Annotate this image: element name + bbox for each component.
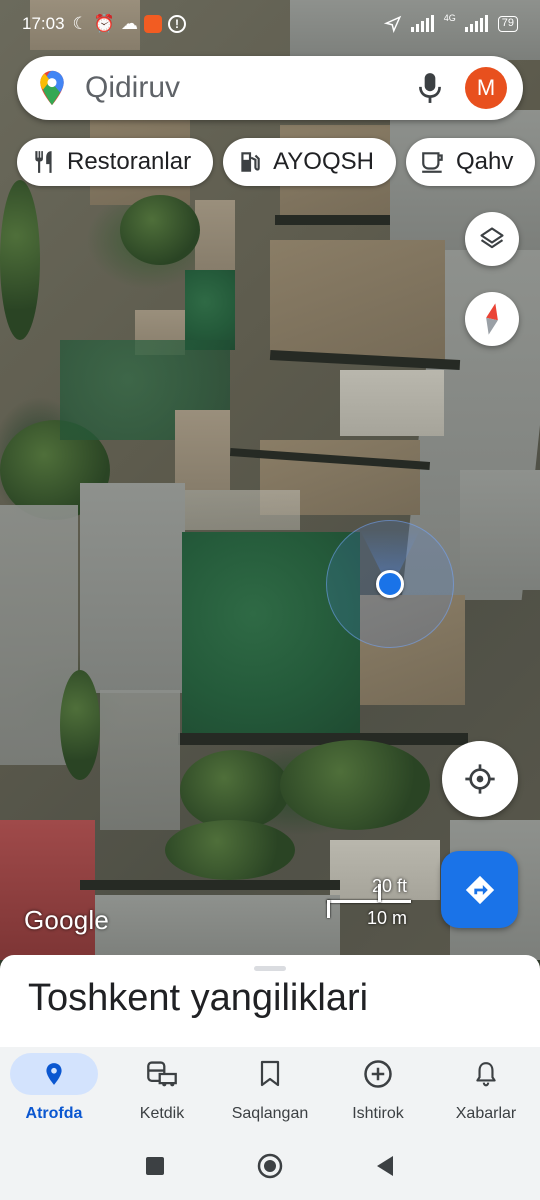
nav-explore[interactable]: Atrofda [0,1047,108,1131]
bottom-navigation: Atrofda Ketdik Saqlangan Ishtirok Xabarl… [0,1047,540,1131]
scale-tick-left [327,900,330,918]
nav-updates[interactable]: Xabarlar [432,1047,540,1131]
scale-metric: 10 m [366,908,407,928]
nav-label: Ketdik [139,1105,185,1122]
app-notification-icon [143,15,162,33]
nav-active-pill [10,1053,98,1095]
status-bar: 17:03 ☾ ⏰ ☁ ! 4G 79 [0,0,540,48]
signal-icon [410,15,434,32]
google-maps-pin-icon [40,70,64,106]
category-chips: Restoranlar AYOQSH Qahv [17,138,536,186]
layers-icon [480,227,504,249]
chip-coffee[interactable]: Qahv [405,138,536,186]
search-bar[interactable]: Qidiruv M [17,56,523,120]
microphone-icon[interactable] [417,72,443,104]
compass-button[interactable] [465,292,519,346]
account-avatar[interactable]: M [465,67,507,109]
chip-restaurants[interactable]: Restoranlar [17,138,214,186]
crosshair-icon [465,764,495,794]
status-notification-icons: ☾ ⏰ ☁ ! [73,14,186,34]
back-icon[interactable] [374,1154,396,1178]
sheet-title: Toshkent yangiliklari [28,977,369,1019]
bottom-sheet[interactable]: Toshkent yangiliklari [0,955,540,1055]
compass-icon [486,303,498,335]
nav-contribute[interactable]: Ishtirok [324,1047,432,1131]
status-time: 17:03 [22,14,65,33]
nav-icon-wrap [442,1053,530,1095]
nav-go[interactable]: Ketdik [108,1047,216,1131]
scale-bar [327,900,411,903]
search-input[interactable]: Qidiruv [85,71,417,105]
network-type: 4G [443,13,456,23]
fork-knife-icon [35,151,52,173]
recents-icon[interactable] [144,1155,166,1177]
location-pin-icon [46,1063,62,1085]
scale-tick-ft [378,884,381,902]
nav-label: Ishtirok [352,1105,404,1122]
chip-label: AYOQSH [273,148,374,175]
nav-label: Saqlangan [231,1105,309,1122]
directions-button[interactable] [441,851,518,928]
nav-label: Atrofda [25,1105,83,1122]
nav-icon-wrap [334,1053,422,1095]
signal-icon-2 [464,15,488,32]
nav-saved[interactable]: Saqlangan [216,1047,324,1131]
current-location-dot[interactable] [376,570,404,598]
alert-icon: ! [167,15,186,33]
bookmark-icon [260,1060,280,1087]
battery-icon: 79 [497,16,518,32]
map-scale: 20 ft 10 m [327,876,411,932]
nav-icon-wrap [118,1053,206,1095]
coffee-cup-icon [422,152,443,173]
moon-icon: ☾ [72,14,88,33]
system-navigation-bar [0,1131,540,1200]
commute-icon [147,1061,177,1087]
bell-icon [476,1062,496,1087]
alarm-icon: ⏰ [93,14,115,33]
my-location-button[interactable] [442,741,518,817]
google-logo: Google [24,905,110,935]
sheet-drag-handle[interactable] [254,966,286,971]
add-circle-icon [364,1060,392,1088]
nav-label: Xabarlar [455,1105,517,1122]
gas-pump-icon [241,152,260,172]
location-arrow-icon [383,15,401,33]
home-icon[interactable] [256,1152,284,1180]
nav-icon-wrap [226,1053,314,1095]
cloud-icon: ☁ [120,14,138,33]
chip-label: Qahv [455,148,514,175]
directions-icon [465,875,494,904]
chip-label: Restoranlar [67,148,192,175]
chip-gas-stations[interactable]: AYOQSH [223,138,396,186]
layers-button[interactable] [465,212,519,266]
